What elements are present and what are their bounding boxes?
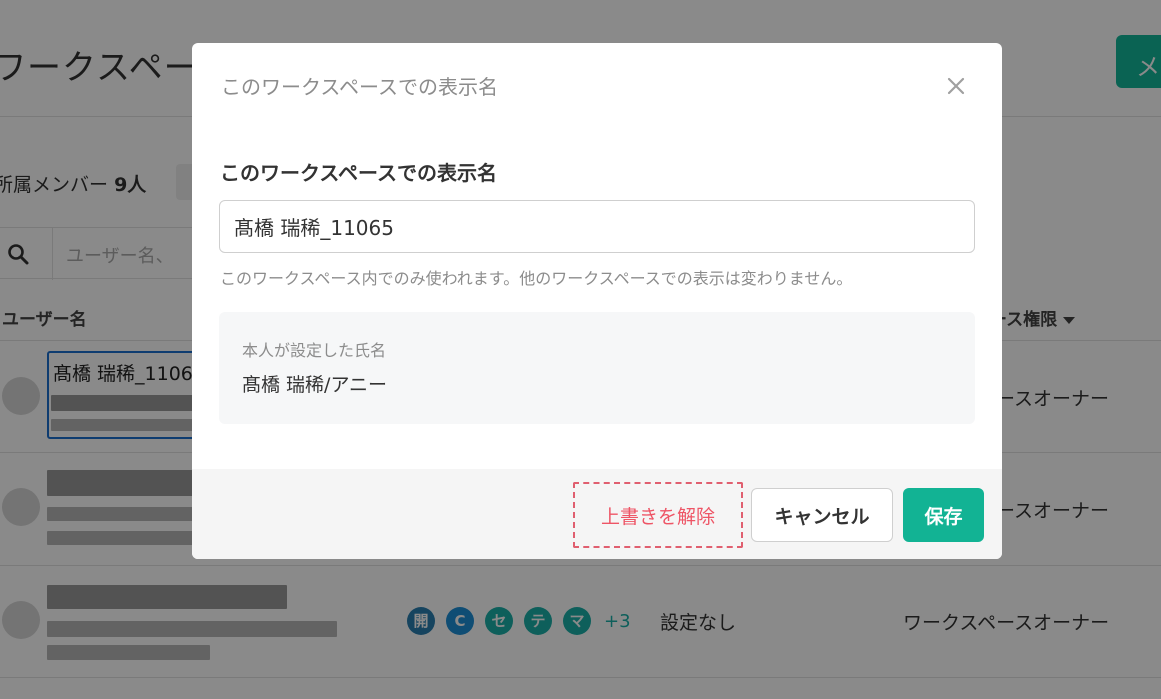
save-button[interactable]: 保存 xyxy=(903,488,984,542)
self-name-value: 髙橋 瑞稀/アニー xyxy=(242,374,388,396)
display-name-input[interactable] xyxy=(219,200,975,253)
display-name-label: このワークスペースでの表示名 xyxy=(220,161,497,185)
helper-text: このワークスペース内でのみ使われます。他のワークスペースでの表示は変わりません。 xyxy=(220,269,853,288)
dialog-title: このワークスペースでの表示名 xyxy=(221,75,498,99)
self-name-label: 本人が設定した氏名 xyxy=(242,341,387,360)
dialog-footer: 上書きを解除 キャンセル 保存 xyxy=(192,469,1002,559)
unset-override-button[interactable]: 上書きを解除 xyxy=(573,482,743,548)
self-name-panel: 本人が設定した氏名 髙橋 瑞稀/アニー xyxy=(219,312,975,424)
dialog-header: このワークスペースでの表示名 xyxy=(192,43,1002,117)
close-icon[interactable] xyxy=(944,74,968,98)
display-name-dialog: このワークスペースでの表示名 このワークスペースでの表示名 このワークスペース内… xyxy=(192,43,1002,559)
cancel-button[interactable]: キャンセル xyxy=(751,488,893,542)
